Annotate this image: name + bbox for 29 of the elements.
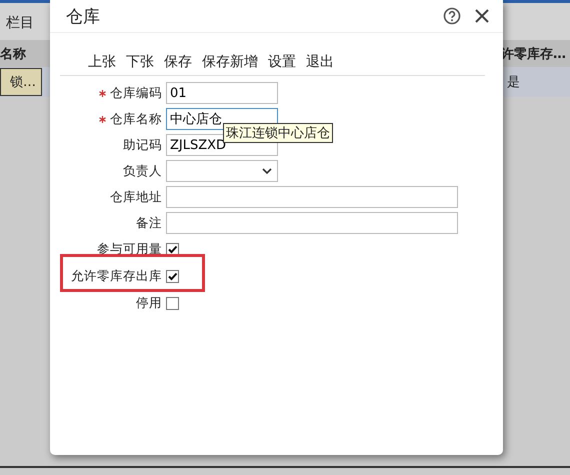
toolbar-button[interactable]: 设置: [264, 53, 300, 71]
table-cell-text: 是: [507, 74, 521, 91]
column-tab[interactable]: 栏目: [0, 14, 40, 40]
tooltip: 珠江连锁中心店仓: [223, 123, 333, 143]
close-icon[interactable]: [475, 9, 489, 23]
field-label: 负责人: [123, 162, 162, 180]
dropdown-field[interactable]: [166, 160, 278, 182]
toolbar-button[interactable]: 保存: [160, 53, 196, 71]
field-label: 仓库名称: [110, 110, 162, 128]
help-icon[interactable]: [443, 7, 461, 25]
checkbox[interactable]: [166, 270, 179, 283]
dialog-title: 仓库: [66, 6, 101, 28]
column-header[interactable]: 名称: [0, 44, 26, 62]
field-label: 仓库编码: [110, 84, 162, 102]
text-field[interactable]: [166, 212, 458, 234]
field-label: 助记码: [123, 136, 162, 154]
field-label: 停用: [136, 295, 162, 312]
toolbar-button[interactable]: 上张: [84, 53, 120, 71]
toolbar-button[interactable]: 退出: [302, 53, 338, 71]
text-field[interactable]: [166, 186, 458, 208]
text-field[interactable]: 01: [166, 82, 278, 104]
toolbar-button[interactable]: 保存新增: [198, 53, 262, 71]
table-cell: 锁…: [0, 68, 42, 96]
field-label: 备注: [136, 214, 162, 232]
field-label: 仓库地址: [110, 188, 162, 206]
checkbox[interactable]: [166, 297, 179, 310]
toolbar-button[interactable]: 下张: [122, 53, 158, 71]
field-label: 允许零库存出库: [71, 268, 162, 285]
chevron-down-icon: [262, 168, 272, 174]
